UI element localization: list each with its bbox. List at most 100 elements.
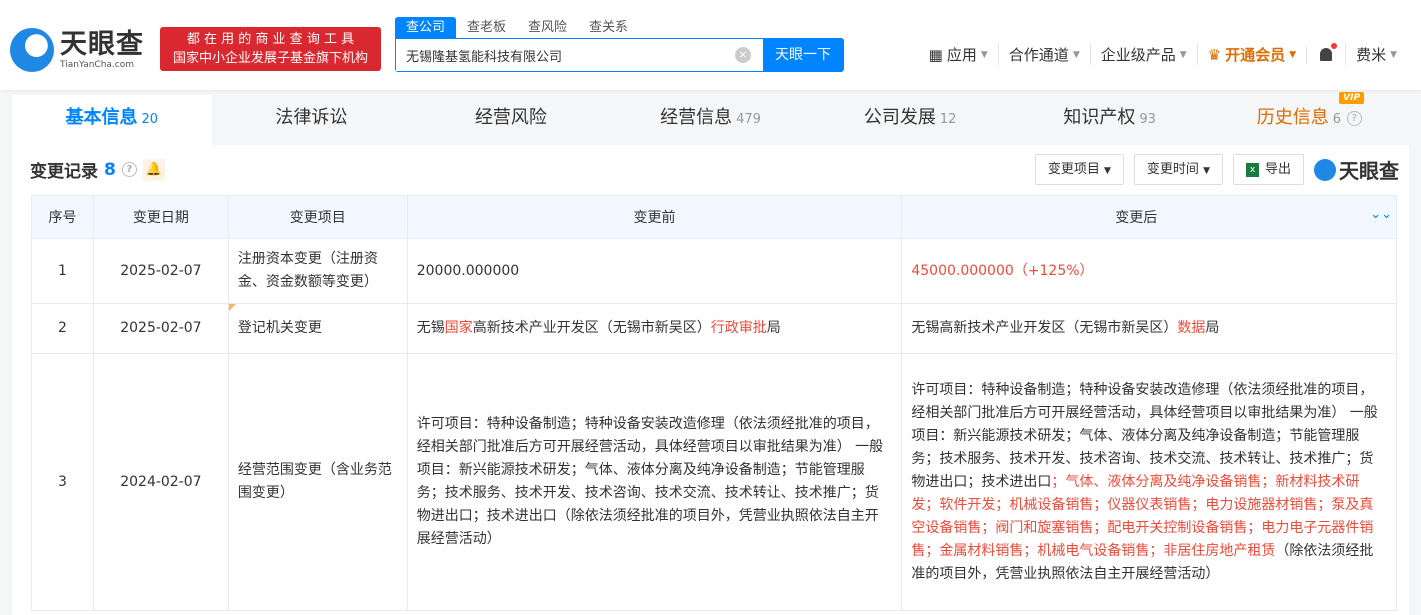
help-icon[interactable]: ? [1346,110,1362,126]
notifications[interactable] [1306,42,1345,64]
tab-count: 20 [141,112,159,127]
table-row: 3 2024-02-07 经营范围变更（含业务范围变更） 许可项目：特种设备制造… [31,353,1397,611]
nav-label: 企业级产品 [1100,46,1176,64]
tab-label: 基本信息 [65,107,138,128]
nav-label: 应用 [946,46,977,64]
before-segment: 局 [766,320,781,336]
before-segment: 高新技术产业开发区（无锡市新吴区） [472,320,711,336]
logo-icon [10,28,54,72]
dropdown-label: 变更项目 [1047,162,1100,177]
logo-text: 天眼查 [60,29,144,60]
change-records-table: 序号 变更日期 变更项目 变更前 变更后 ⌄⌄ 1 2025-02-07 注册资本… [31,195,1397,611]
slogan-line: 都 在 用 的 商 业 查 询 工 具 [186,32,355,47]
clear-icon[interactable]: × [735,47,751,63]
tab-count: 6 [1332,112,1342,127]
tab-label: 经营风险 [474,107,547,128]
tab-ip[interactable]: 知识产权 93 [1010,95,1210,145]
caret-down-icon: ▼ [1103,166,1111,176]
caret-down-icon: ▼ [1390,49,1397,60]
cell-after: 许可项目：特种设备制造；特种设备安装改造修理（依法须经批准的项目，经相关部门批准… [901,353,1397,611]
cell-date: 2024-02-07 [92,353,229,611]
expand-all-icon[interactable]: ⌄⌄ [1370,207,1392,222]
tab-legal[interactable]: 法律诉讼 [212,95,412,145]
excel-icon: x [1245,162,1259,177]
change-records-card: 变更记录 8 ? 🔔 变更项目 ▼ 变更时间 ▼ x 导出 天眼查 序号 变更日期… [12,145,1409,615]
header-date: 变更日期 [92,195,229,239]
cell-after: 无锡高新技术产业开发区（无锡市新吴区）数据局 [901,303,1397,354]
tab-count: 93 [1139,112,1156,127]
export-button[interactable]: x 导出 [1232,154,1304,185]
after-segment: 数据 [1177,320,1206,336]
tab-label: 经营信息 [660,107,733,128]
tab-history[interactable]: VIP 历史信息 6 ? [1209,92,1409,145]
logo-domain: TianYanCha.com [60,60,135,70]
logo-icon [1314,158,1336,181]
tab-label: 知识产权 [1063,107,1136,128]
before-segment: 行政审批 [710,320,767,336]
tab-count: 12 [939,112,957,127]
slogan-banner[interactable]: 都 在 用 的 商 业 查 询 工 具国家中小企业发展子基金旗下机构 [160,27,381,71]
brand-text: 天眼查 [1339,159,1399,183]
tab-basic-info[interactable]: 基本信息 20 [12,95,212,145]
after-segment: 45000.000000（+125%） [911,262,1094,279]
cell-before: 许可项目：特种设备制造；特种设备安装改造修理（依法须经批准的项目，经相关部门批准… [406,353,903,611]
nav-partner[interactable]: 合作通道 ▼ [997,44,1090,65]
nav-apps[interactable]: ▦ 应用 ▼ [919,44,998,65]
nav-enterprise[interactable]: 企业级产品 ▼ [1089,44,1197,65]
header-no: 序号 [31,195,94,239]
search-tab-risk[interactable]: 查风险 [517,17,578,38]
tab-label: 历史信息 [1256,107,1329,128]
tab-label: 法律诉讼 [275,107,348,128]
search-tab-boss[interactable]: 查老板 [456,17,517,38]
caret-down-icon: ▼ [1072,49,1080,60]
search-input[interactable] [396,39,723,71]
export-label: 导出 [1264,162,1291,177]
after-segment: 无锡高新技术产业开发区（无锡市新吴区） [911,320,1178,336]
grid-icon: ▦ [928,45,943,64]
subscribe-bell-icon[interactable]: 🔔 [142,158,165,181]
tab-operations[interactable]: 经营信息 479 [611,95,811,145]
search-tab-relation[interactable]: 查关系 [578,17,639,38]
cell-before: 20000.000000 [406,238,903,304]
dropdown-label: 变更时间 [1146,162,1199,177]
cell-item: 登记机关变更 [227,303,408,354]
user-name: 费米 [1356,46,1387,64]
table-row: 1 2025-02-07 注册资本变更（注册资金、资金数额等变更） 20000.… [31,238,1397,304]
before-segment: 无锡 [416,320,445,336]
cell-after: 45000.000000（+125%） [901,238,1397,304]
brand-logo: 天眼查 [1314,155,1399,184]
header-item: 变更项目 [227,195,408,239]
nav-user[interactable]: 费米 ▼ [1345,44,1407,65]
table-row: 2 2025-02-07 登记机关变更 无锡国家高新技术产业开发区（无锡市新吴区… [31,303,1397,354]
header-after: 变更后 ⌄⌄ [901,195,1397,239]
cell-item: 注册资本变更（注册资金、资金数额等变更） [227,238,408,304]
caret-down-icon: ▼ [1289,49,1297,60]
caret-down-icon: ▼ [1203,166,1210,176]
filter-item-dropdown[interactable]: 变更项目 ▼ [1034,154,1124,185]
cell-date: 2025-02-07 [92,238,229,304]
crown-icon: ♛ [1207,45,1222,64]
search-button[interactable]: 天眼一下 [763,39,843,71]
header-label: 变更后 [1115,210,1158,226]
cell-no: 3 [31,353,94,611]
caret-down-icon: ▼ [1179,49,1187,60]
cell-date: 2025-02-07 [92,303,229,354]
before-segment: 20000.000000 [416,262,520,279]
top-nav: ▦ 应用 ▼ 合作通道 ▼ 企业级产品 ▼ ♛ 开通会员 ▼ 费米 ▼ [919,42,1407,65]
cell-item: 经营范围变更（含业务范围变更） [227,353,408,611]
filter-time-dropdown[interactable]: 变更时间 ▼ [1133,154,1223,185]
search-tab-company[interactable]: 查公司 [395,17,457,38]
toolbar: 变更项目 ▼ 变更时间 ▼ x 导出 天眼查 [1034,154,1399,185]
vip-badge: VIP [1339,92,1365,104]
tab-risk[interactable]: 经营风险 [411,95,611,145]
logo[interactable]: 天眼查 TianYanCha.com [10,28,144,72]
top-header: 天眼查 TianYanCha.com 都 在 用 的 商 业 查 询 工 具国家中… [0,0,1421,90]
nav-vip[interactable]: ♛ 开通会员 ▼ [1196,44,1306,65]
before-segment: 许可项目：特种设备制造；特种设备安装改造修理（依法须经批准的项目，经相关部门批准… [416,416,884,547]
slogan-line: 国家中小企业发展子基金旗下机构 [172,51,368,66]
cell-no: 1 [31,238,94,304]
nav-label: 开通会员 [1225,46,1286,64]
help-icon[interactable]: ? [121,162,137,177]
tab-development[interactable]: 公司发展 12 [810,95,1010,145]
cell-no: 2 [31,303,94,354]
